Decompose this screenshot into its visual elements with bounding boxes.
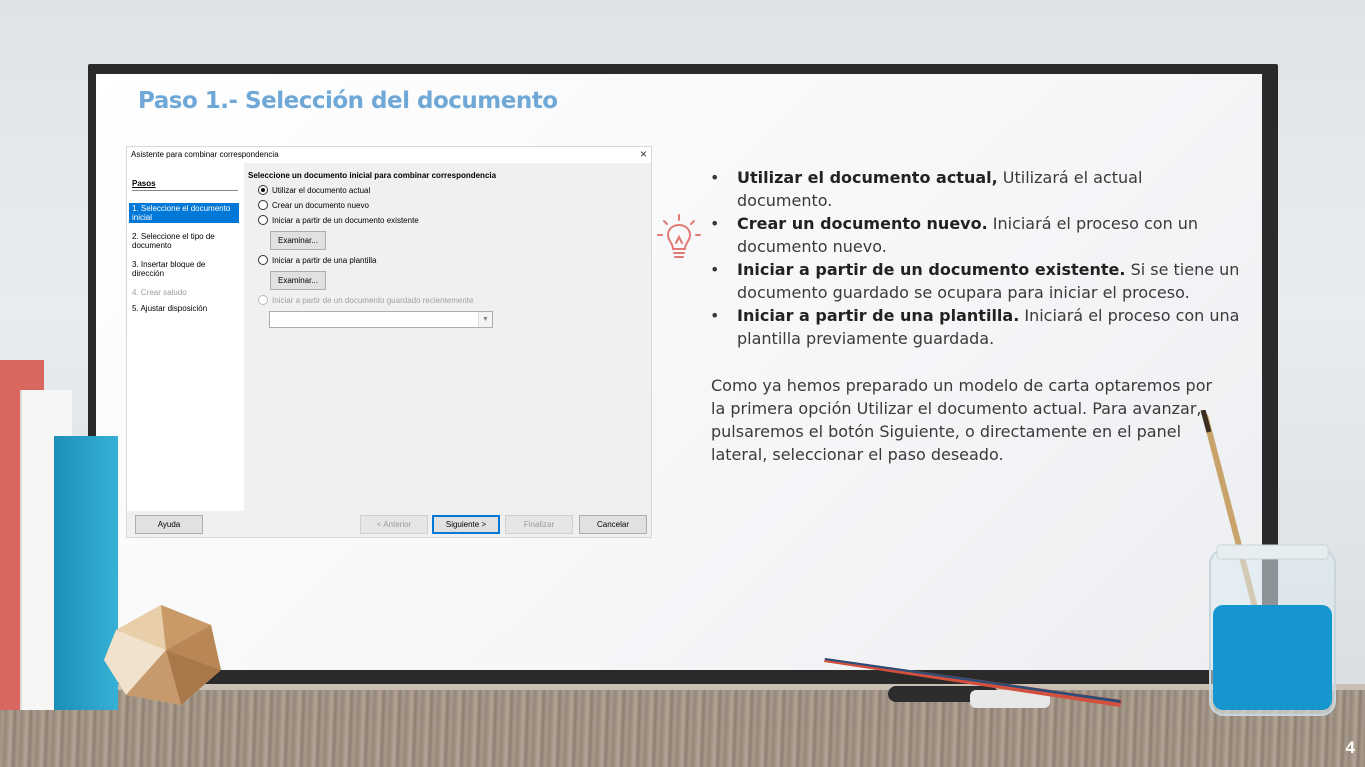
steps-heading: Pasos [132, 179, 156, 188]
cancel-button[interactable]: Cancelar [579, 515, 647, 534]
mail-merge-wizard-dialog: Asistente para combinar correspondencia … [126, 146, 652, 538]
bullet-existing-document: Iniciar a partir de un documento existen… [710, 258, 1240, 304]
option-label: Iniciar a partir de un documento guardad… [272, 295, 474, 305]
step-5-adjust-layout[interactable]: 5. Ajustar disposición [129, 303, 239, 314]
previous-button: < Anterior [360, 515, 428, 534]
pencil-and-marker [824, 658, 1122, 708]
bullet-current-document: Utilizar el documento actual, Utilizará … [710, 166, 1240, 212]
option-descriptions-list: Utilizar el documento actual, Utilizará … [710, 166, 1240, 350]
option-template[interactable]: Iniciar a partir de una plantilla [258, 255, 377, 265]
close-icon[interactable]: × [640, 147, 647, 161]
chevron-down-icon[interactable]: ▼ [478, 312, 492, 327]
dialog-title: Asistente para combinar correspondencia [131, 150, 279, 159]
help-button[interactable]: Ayuda [135, 515, 203, 534]
steps-divider [132, 190, 238, 191]
radio-checked-icon[interactable] [258, 185, 268, 195]
step-content: Seleccione un documento inicial para com… [244, 163, 651, 511]
option-recent-document: Iniciar a partir de un documento guardad… [258, 295, 473, 305]
bullet-template: Iniciar a partir de una plantilla. Inici… [710, 304, 1240, 350]
browse-existing-button[interactable]: Examinar... [270, 231, 326, 250]
page-number: 4 [1345, 738, 1355, 757]
bullet-new-document: Crear un documento nuevo. Iniciará el pr… [710, 212, 1240, 258]
slide-title: Paso 1.- Selección del documento [138, 88, 558, 114]
dialog-button-bar: Ayuda < Anterior Siguiente > Finalizar C… [127, 511, 651, 537]
step-2-document-type[interactable]: 2. Seleccione el tipo de documento [129, 231, 239, 251]
option-label: Iniciar a partir de un documento existen… [272, 215, 419, 225]
radio-icon[interactable] [258, 200, 268, 210]
option-existing-document[interactable]: Iniciar a partir de un documento existen… [258, 215, 419, 225]
step-1-select-document[interactable]: 1. Seleccione el documento inicial [129, 203, 239, 223]
option-new-document[interactable]: Crear un documento nuevo [258, 200, 369, 210]
wooden-polyhedron [104, 605, 221, 705]
instruction-paragraph: Como ya hemos preparado un modelo de car… [711, 376, 1213, 464]
content-heading: Seleccione un documento inicial para com… [248, 171, 497, 180]
next-button[interactable]: Siguiente > [432, 515, 500, 534]
radio-icon[interactable] [258, 215, 268, 225]
radio-disabled-icon [258, 295, 268, 305]
radio-icon[interactable] [258, 255, 268, 265]
option-label: Iniciar a partir de una plantilla [272, 255, 377, 265]
browse-template-button[interactable]: Examinar... [270, 271, 326, 290]
finish-button: Finalizar [505, 515, 573, 534]
step-4-greeting: 4. Crear saludo [132, 288, 187, 297]
dialog-titlebar: Asistente para combinar correspondencia … [127, 147, 651, 163]
lightbulb-icon [657, 214, 701, 258]
recent-documents-combo[interactable]: ▼ [269, 311, 493, 328]
step-3-address-block[interactable]: 3. Insertar bloque de dirección [129, 259, 239, 279]
option-label: Utilizar el documento actual [272, 185, 371, 195]
option-current-document[interactable]: Utilizar el documento actual [258, 185, 370, 195]
steps-panel: Pasos 1. Seleccione el documento inicial… [127, 163, 244, 511]
jar-with-brush [1200, 410, 1336, 716]
option-label: Crear un documento nuevo [272, 200, 369, 210]
